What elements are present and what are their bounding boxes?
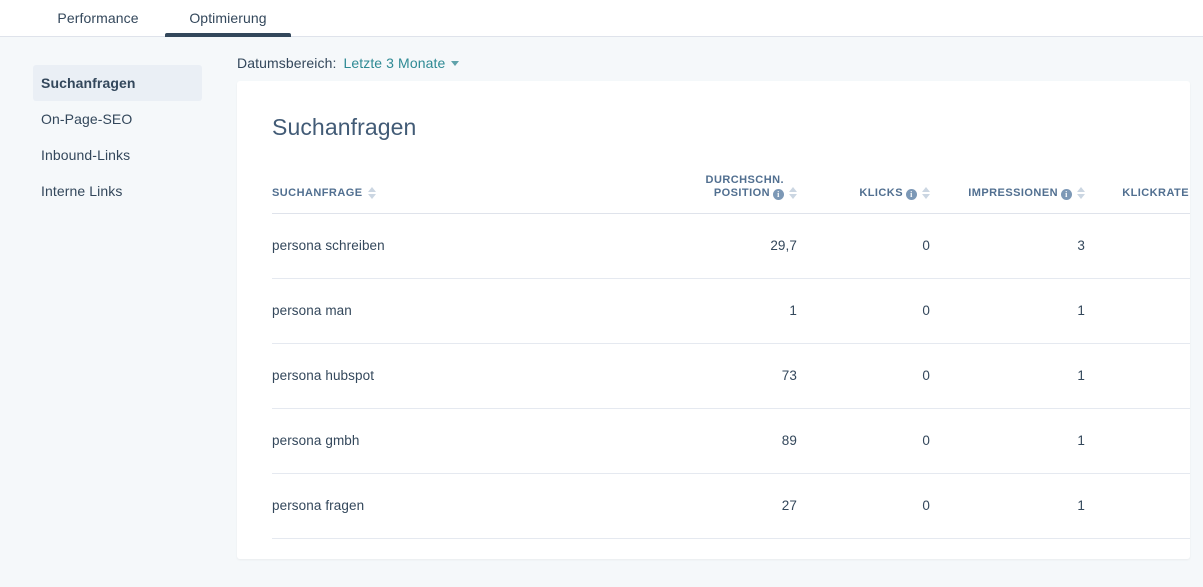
cell-position: 1 bbox=[664, 278, 797, 344]
sidebar: Suchanfragen On-Page-SEO Inbound-Links I… bbox=[0, 37, 237, 587]
tab-optimierung-label: Optimierung bbox=[189, 10, 267, 26]
table-header: SUCHANFRAGE DURCHSCHN. POSITION i KLICKS… bbox=[272, 141, 1190, 214]
sort-descending-icon bbox=[367, 193, 376, 199]
column-header-text: KLICKS bbox=[859, 186, 903, 199]
cell-clicks: 0 bbox=[797, 213, 930, 279]
tab-performance-label: Performance bbox=[57, 10, 139, 26]
sidebar-item-inbound-links[interactable]: Inbound-Links bbox=[33, 137, 202, 173]
cell-ctr: 0% bbox=[1085, 278, 1190, 344]
column-header-label: SUCHANFRAGE bbox=[272, 186, 363, 199]
column-header-label: KLICKS i bbox=[859, 187, 917, 200]
table-row[interactable]: persona fragen 27 0 1 0% bbox=[272, 473, 1190, 539]
cell-clicks: 0 bbox=[797, 343, 930, 409]
table-row[interactable]: persona gmbh 89 0 1 0% bbox=[272, 408, 1190, 474]
cell-ctr: 0% bbox=[1085, 408, 1190, 474]
cell-impressions: 1 bbox=[930, 343, 1085, 409]
column-header-impressionen[interactable]: IMPRESSIONEN i bbox=[930, 141, 1085, 214]
main-content: Datumsbereich: Letzte 3 Monate Suchanfra… bbox=[237, 37, 1203, 587]
column-header-klicks[interactable]: KLICKS i bbox=[797, 141, 930, 214]
sort-ascending-icon bbox=[922, 186, 930, 192]
suchanfragen-table: SUCHANFRAGE DURCHSCHN. POSITION i KLICKS… bbox=[272, 141, 1190, 539]
sidebar-item-label: Suchanfragen bbox=[41, 75, 136, 91]
column-header-text: IMPRESSIONEN bbox=[968, 186, 1058, 199]
sort-toggle-klicks[interactable] bbox=[922, 186, 930, 200]
sort-descending-icon bbox=[1077, 193, 1085, 199]
tab-optimierung[interactable]: Optimierung bbox=[163, 10, 293, 37]
sort-toggle-durchschn-position[interactable] bbox=[789, 186, 797, 200]
table-row[interactable]: persona hubspot 73 0 1 0% bbox=[272, 343, 1190, 409]
suchanfragen-card: Suchanfragen SUCHANFRAGE DURCHSCHN. POSI… bbox=[237, 81, 1190, 559]
sidebar-item-on-page-seo[interactable]: On-Page-SEO bbox=[33, 101, 202, 137]
cell-position: 27 bbox=[664, 473, 797, 539]
info-icon[interactable]: i bbox=[1061, 188, 1072, 200]
cell-impressions: 3 bbox=[930, 213, 1085, 279]
sidebar-item-label: Inbound-Links bbox=[41, 147, 131, 163]
tab-performance[interactable]: Performance bbox=[33, 11, 163, 36]
cell-query: persona hubspot bbox=[272, 343, 664, 409]
sidebar-item-label: On-Page-SEO bbox=[41, 111, 133, 127]
date-range-row: Datumsbereich: Letzte 3 Monate bbox=[237, 37, 1203, 77]
table-row[interactable]: persona schreiben 29,7 0 3 0% bbox=[272, 213, 1190, 279]
info-icon[interactable]: i bbox=[906, 188, 917, 200]
column-header-line1: DURCHSCHN. bbox=[705, 173, 784, 186]
column-header-label: IMPRESSIONEN i bbox=[968, 187, 1072, 200]
cell-clicks: 0 bbox=[797, 408, 930, 474]
page-title: Suchanfragen bbox=[272, 114, 417, 140]
chevron-down-icon[interactable] bbox=[451, 60, 460, 66]
cell-ctr: 0% bbox=[1085, 473, 1190, 539]
sort-toggle-impressionen[interactable] bbox=[1077, 186, 1085, 200]
cell-query: persona gmbh bbox=[272, 408, 664, 474]
sort-descending-icon bbox=[789, 193, 797, 199]
sort-ascending-icon bbox=[367, 186, 376, 192]
cell-query: persona schreiben bbox=[272, 213, 664, 279]
table-body: persona schreiben 29,7 0 3 0% persona ma… bbox=[272, 213, 1190, 539]
sidebar-item-label: Interne Links bbox=[41, 183, 123, 199]
cell-impressions: 1 bbox=[930, 473, 1085, 539]
cell-clicks: 0 bbox=[797, 278, 930, 344]
table-row[interactable]: persona man 1 0 1 0% bbox=[272, 278, 1190, 344]
column-header-text: KLICKRATE bbox=[1122, 186, 1189, 199]
cell-ctr: 0% bbox=[1085, 343, 1190, 409]
column-header-klickrate[interactable]: KLICKRATEi bbox=[1085, 141, 1190, 214]
cell-query: persona man bbox=[272, 278, 664, 344]
sort-ascending-icon bbox=[789, 186, 797, 192]
cell-position: 73 bbox=[664, 343, 797, 409]
sidebar-item-interne-links[interactable]: Interne Links bbox=[33, 173, 202, 209]
info-icon[interactable]: i bbox=[773, 188, 784, 200]
sort-descending-icon bbox=[922, 193, 930, 199]
cell-clicks: 0 bbox=[797, 473, 930, 539]
column-header-durchschn-position[interactable]: DURCHSCHN. POSITION i bbox=[664, 141, 797, 214]
column-header-label: DURCHSCHN. POSITION i bbox=[706, 174, 784, 200]
primary-tab-bar: Performance Optimierung bbox=[0, 0, 1203, 37]
sort-ascending-icon bbox=[1077, 186, 1085, 192]
cell-position: 89 bbox=[664, 408, 797, 474]
sidebar-item-suchanfragen[interactable]: Suchanfragen bbox=[33, 65, 202, 101]
column-header-suchanfrage[interactable]: SUCHANFRAGE bbox=[272, 141, 664, 214]
cell-ctr: 0% bbox=[1085, 213, 1190, 279]
page-body: Suchanfragen On-Page-SEO Inbound-Links I… bbox=[0, 37, 1203, 587]
cell-impressions: 1 bbox=[930, 408, 1085, 474]
cell-query: persona fragen bbox=[272, 473, 664, 539]
column-header-label: KLICKRATEi bbox=[1122, 187, 1190, 200]
table-header-row: SUCHANFRAGE DURCHSCHN. POSITION i KLICKS… bbox=[272, 141, 1190, 214]
cell-position: 29,7 bbox=[664, 213, 797, 279]
column-header-line2: POSITION bbox=[713, 186, 770, 199]
cell-impressions: 1 bbox=[930, 278, 1085, 344]
sort-toggle-suchanfrage[interactable] bbox=[367, 186, 376, 200]
date-range-selector[interactable]: Letzte 3 Monate bbox=[343, 55, 445, 71]
date-range-label: Datumsbereich: bbox=[237, 55, 337, 71]
